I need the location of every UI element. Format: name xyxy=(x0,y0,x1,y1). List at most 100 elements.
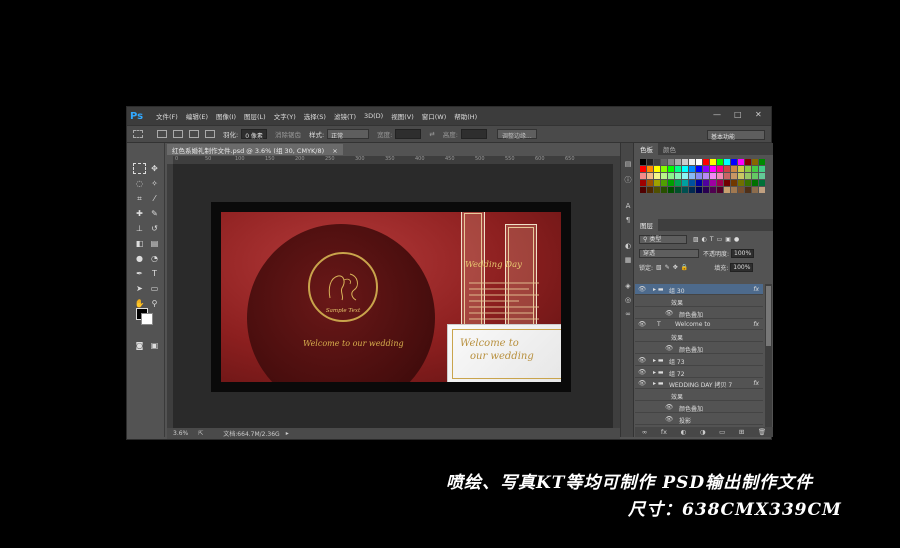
color-swatch[interactable] xyxy=(759,180,765,186)
color-swatch[interactable] xyxy=(752,180,758,186)
color-swatch[interactable] xyxy=(675,166,681,172)
color-swatch[interactable] xyxy=(724,166,730,172)
blur-tool-icon[interactable]: ● xyxy=(133,253,146,264)
adjustment-layer-icon[interactable]: ◑ xyxy=(700,428,706,436)
rect-marquee-tool-icon[interactable] xyxy=(133,163,146,174)
folder-icon[interactable]: ▸ ▬ xyxy=(653,357,664,364)
fill-input[interactable]: 100% xyxy=(730,262,754,272)
canvas-area[interactable]: Sample Text Welcome to our wedding Weddi… xyxy=(173,164,613,428)
color-swatch[interactable] xyxy=(696,159,702,165)
color-swatch[interactable] xyxy=(647,180,653,186)
color-swatch[interactable] xyxy=(654,180,660,186)
rectangle-shape-icon[interactable]: ▭ xyxy=(148,283,161,294)
new-layer-icon[interactable]: ⊞ xyxy=(739,428,744,436)
filter-toggle-icon[interactable]: ● xyxy=(734,236,739,243)
color-swatch[interactable] xyxy=(745,159,751,165)
color-swatch[interactable] xyxy=(738,180,744,186)
lock-pixels-icon[interactable]: ✎ xyxy=(665,264,670,271)
layers-scrollbar[interactable] xyxy=(765,284,772,427)
layers-panel-icon[interactable]: ◈ xyxy=(623,281,633,291)
color-swatch[interactable] xyxy=(724,159,730,165)
lasso-tool-icon[interactable]: ◌ xyxy=(133,178,146,189)
background-color-swatch[interactable] xyxy=(141,313,153,325)
feather-input[interactable]: 0 像素 xyxy=(241,129,267,140)
layer-mask-icon[interactable]: ◐ xyxy=(681,428,687,436)
layer-effect-row[interactable]: 👁 颜色叠加 xyxy=(635,343,763,354)
type-tool-icon[interactable]: T xyxy=(148,268,161,279)
color-swatch[interactable] xyxy=(731,187,737,193)
visibility-eye-icon[interactable]: 👁 xyxy=(665,309,673,317)
color-swatch[interactable] xyxy=(745,173,751,179)
color-swatch[interactable] xyxy=(654,187,660,193)
color-swatch[interactable] xyxy=(738,166,744,172)
layer-row[interactable]: 👁 ▸ ▬ 组 30 fx xyxy=(635,284,763,295)
color-swatch[interactable] xyxy=(682,166,688,172)
visibility-eye-icon[interactable]: 👁 xyxy=(665,403,673,411)
export-icon[interactable]: ⇱ xyxy=(198,430,203,437)
color-swatch[interactable] xyxy=(717,187,723,193)
paths-panel-icon[interactable]: ∞ xyxy=(623,309,633,319)
eyedropper-icon[interactable]: ⁄ xyxy=(148,193,161,204)
filter-pixel-icon[interactable]: ▨ xyxy=(693,236,699,243)
color-swatch[interactable] xyxy=(738,187,744,193)
color-swatch[interactable] xyxy=(724,180,730,186)
layer-effect-row[interactable]: 效果 xyxy=(635,296,763,307)
color-swatch[interactable] xyxy=(752,173,758,179)
menu-3d[interactable]: 3D(D) xyxy=(364,112,383,120)
minimize-button[interactable]: — xyxy=(713,110,721,119)
visibility-eye-icon[interactable]: 👁 xyxy=(638,379,646,387)
antialias-checkbox[interactable]: 消除锯齿 xyxy=(275,129,301,139)
color-swatch[interactable] xyxy=(640,187,646,193)
character-panel-icon[interactable]: A xyxy=(623,201,633,211)
color-swatch[interactable] xyxy=(675,173,681,179)
visibility-eye-icon[interactable]: 👁 xyxy=(638,285,646,293)
menu-edit[interactable]: 编辑(E) xyxy=(186,111,208,121)
color-swatch[interactable] xyxy=(675,180,681,186)
layer-effect-row[interactable]: 效果 xyxy=(635,331,763,343)
layer-effect-row[interactable]: 效果 xyxy=(635,390,763,402)
color-swatch[interactable] xyxy=(689,166,695,172)
healing-brush-icon[interactable]: ✚ xyxy=(133,208,146,219)
color-swatch[interactable] xyxy=(717,166,723,172)
path-select-icon[interactable]: ➤ xyxy=(133,283,146,294)
layers-scroll-thumb[interactable] xyxy=(766,286,771,346)
color-swatch[interactable] xyxy=(675,187,681,193)
magic-wand-icon[interactable]: ✧ xyxy=(148,178,161,189)
color-swatch[interactable] xyxy=(703,180,709,186)
brush-tool-icon[interactable]: ✎ xyxy=(148,208,161,219)
layer-row[interactable]: 👁 ▸ ▬ WEDDING DAY 拷贝 7 fx xyxy=(635,378,763,390)
color-swatch[interactable] xyxy=(710,180,716,186)
canvas-vertical-scrollbar[interactable] xyxy=(613,156,620,428)
color-swatch[interactable] xyxy=(647,173,653,179)
color-swatch[interactable] xyxy=(654,166,660,172)
color-swatch[interactable] xyxy=(640,166,646,172)
fx-icon[interactable]: fx xyxy=(753,286,759,293)
lock-position-icon[interactable]: ✥ xyxy=(673,264,678,271)
color-swatch[interactable] xyxy=(661,173,667,179)
color-swatch[interactable] xyxy=(717,173,723,179)
color-swatch[interactable] xyxy=(668,187,674,193)
color-swatch[interactable] xyxy=(696,166,702,172)
color-swatch[interactable] xyxy=(752,166,758,172)
visibility-eye-icon[interactable]: 👁 xyxy=(665,344,673,352)
filter-shape-icon[interactable]: ▭ xyxy=(717,236,723,243)
layer-kind-select[interactable]: ⚲ 类型 xyxy=(639,234,687,244)
menu-select[interactable]: 选择(S) xyxy=(304,111,326,121)
close-tab-icon[interactable]: × xyxy=(332,147,337,155)
lock-all-icon[interactable]: 🔒 xyxy=(681,264,688,271)
color-swatch[interactable] xyxy=(731,166,737,172)
folder-icon[interactable]: ▸ ▬ xyxy=(653,286,664,293)
color-swatch[interactable] xyxy=(710,166,716,172)
menu-file[interactable]: 文件(F) xyxy=(156,111,178,121)
subtract-selection-icon[interactable] xyxy=(189,130,199,138)
filter-smart-icon[interactable]: ▣ xyxy=(725,236,731,243)
blend-mode-select[interactable]: 穿透 xyxy=(639,248,699,258)
zoom-level[interactable]: 3.6% xyxy=(173,430,188,437)
color-swatch[interactable] xyxy=(647,187,653,193)
color-swatch[interactable] xyxy=(682,159,688,165)
layer-effect-row[interactable]: 👁 颜色叠加 xyxy=(635,308,763,319)
eraser-tool-icon[interactable]: ◧ xyxy=(133,238,146,249)
color-swatch[interactable] xyxy=(647,166,653,172)
layer-effect-row[interactable]: 👁 投影 xyxy=(635,414,763,425)
color-swatch[interactable] xyxy=(696,187,702,193)
